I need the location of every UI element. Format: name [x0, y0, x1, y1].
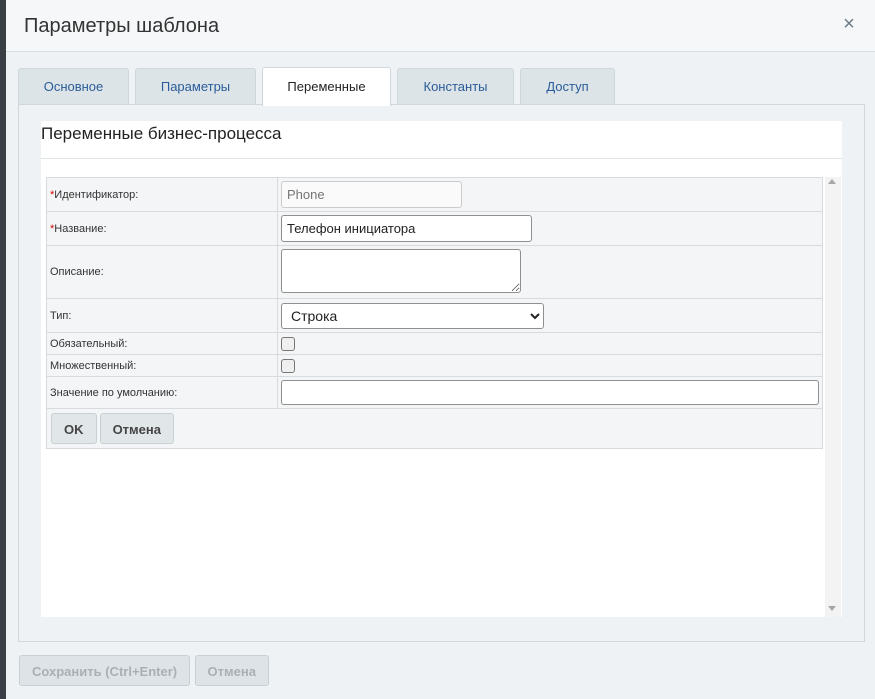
- tab-constants[interactable]: Константы: [397, 68, 514, 104]
- tab-parameters[interactable]: Параметры: [135, 68, 256, 104]
- scroll-down-icon[interactable]: [828, 606, 836, 611]
- section-title: Переменные бизнес-процесса: [41, 121, 842, 159]
- name-input[interactable]: [281, 215, 532, 242]
- id-label-text: Идентификатор:: [54, 188, 139, 201]
- vertical-scrollbar[interactable]: [825, 177, 841, 617]
- scroll-up-icon[interactable]: [828, 179, 836, 184]
- variable-form: *Идентификатор: *Название: Описание: Тип…: [46, 177, 823, 449]
- cancel-button[interactable]: Отмена: [99, 413, 174, 444]
- required-label: Обязательный:: [46, 332, 278, 355]
- description-label: Описание:: [46, 245, 278, 299]
- ok-button[interactable]: OK: [51, 413, 97, 444]
- dialog-titlebar: Параметры шаблона ×: [6, 0, 875, 52]
- type-select[interactable]: Строка: [281, 302, 544, 329]
- required-checkbox[interactable]: [281, 336, 295, 351]
- variables-content: Переменные бизнес-процесса *Идентификато…: [41, 121, 842, 617]
- default-value-label: Значение по умолчанию:: [46, 376, 278, 409]
- tab-main[interactable]: Основное: [18, 68, 129, 104]
- dialog-footer: Сохранить (Ctrl+Enter) Отмена: [19, 655, 269, 686]
- id-label: *Идентификатор:: [46, 177, 278, 212]
- save-button[interactable]: Сохранить (Ctrl+Enter): [19, 655, 191, 686]
- multiple-checkbox[interactable]: [281, 358, 295, 373]
- name-label: *Название:: [46, 211, 278, 246]
- tab-panel: Переменные бизнес-процесса *Идентификато…: [18, 104, 865, 642]
- id-input[interactable]: [281, 181, 462, 208]
- tab-variables[interactable]: Переменные: [262, 67, 391, 106]
- dialog-title: Параметры шаблона: [24, 15, 220, 37]
- description-textarea[interactable]: [281, 248, 521, 293]
- name-label-text: Название:: [54, 222, 107, 235]
- default-value-input[interactable]: [281, 380, 819, 405]
- type-label: Тип:: [46, 298, 278, 333]
- footer-cancel-button[interactable]: Отмена: [194, 655, 269, 686]
- multiple-label: Множественный:: [46, 354, 278, 377]
- close-icon[interactable]: ×: [840, 14, 858, 34]
- tab-access[interactable]: Доступ: [520, 68, 615, 104]
- template-parameters-dialog: Параметры шаблона × Основное Параметры П…: [6, 0, 875, 699]
